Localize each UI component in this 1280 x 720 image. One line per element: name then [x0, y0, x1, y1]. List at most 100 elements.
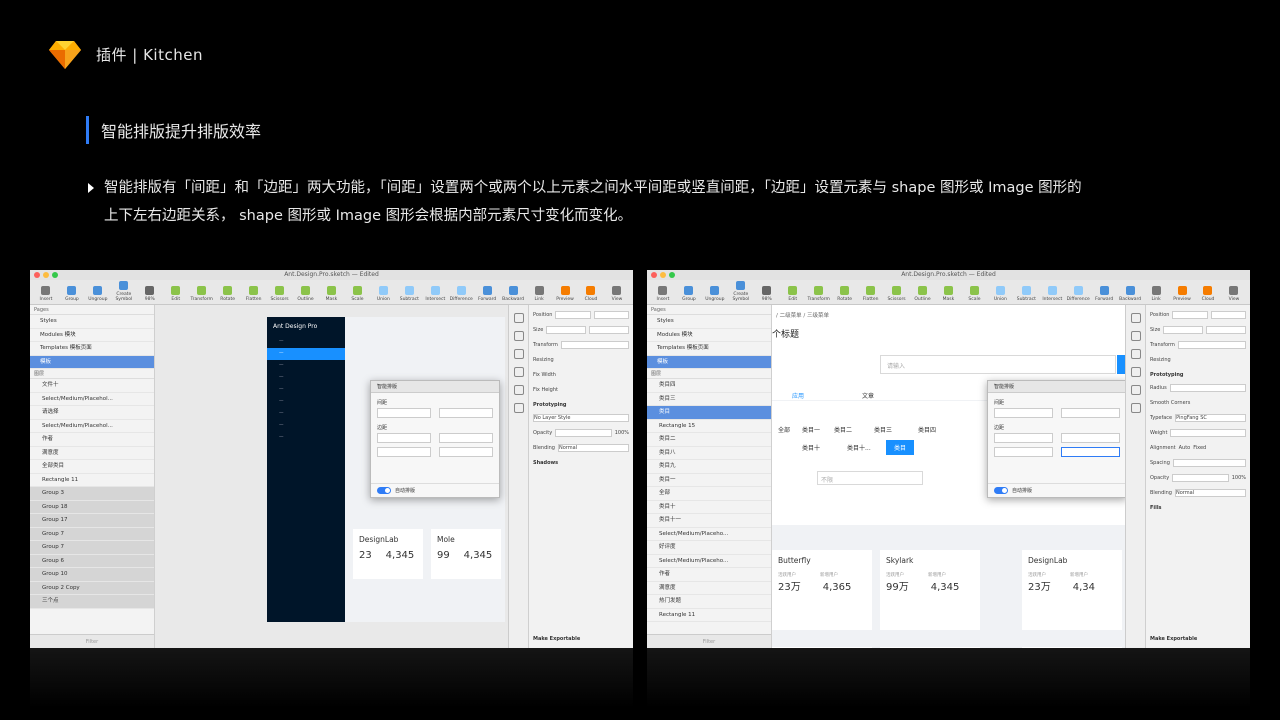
layer-item[interactable]: Group 2 Copy: [30, 581, 154, 595]
toolbar-button[interactable]: Forward: [475, 286, 499, 302]
layer-item[interactable]: 作者: [647, 568, 771, 582]
toolbar-button[interactable]: Outline: [294, 286, 318, 302]
layer-item[interactable]: 类目三: [647, 393, 771, 406]
toolbar-button[interactable]: Cloud: [1196, 286, 1220, 302]
ant-menu-item[interactable]: —: [267, 420, 345, 432]
plugin-icon[interactable]: [513, 403, 524, 413]
layer-item[interactable]: 满意度: [30, 447, 154, 460]
ant-menu-item[interactable]: —: [267, 336, 345, 348]
align-icon[interactable]: [1130, 313, 1141, 323]
spacing-input[interactable]: [1172, 459, 1246, 467]
padding-left-input[interactable]: [994, 447, 1053, 457]
layer-item[interactable]: Select/Medium/Placehol...: [30, 420, 154, 433]
symbol-icon[interactable]: [1130, 349, 1141, 359]
toolbar-button[interactable]: Difference: [1066, 286, 1090, 302]
width-input[interactable]: [1163, 326, 1204, 334]
ant-menu-item-active[interactable]: —: [267, 348, 345, 360]
opacity-slider[interactable]: [555, 429, 612, 437]
layer-item[interactable]: 全部类目: [30, 460, 154, 474]
layer-item[interactable]: Group 18: [30, 500, 154, 514]
spacing-h-input[interactable]: [377, 408, 431, 418]
layer-item[interactable]: Select/Medium/Placeho...: [647, 555, 771, 568]
zoom-icon[interactable]: [52, 272, 58, 278]
toolbar-button[interactable]: Rotate: [833, 286, 857, 302]
make-exportable[interactable]: Make Exportable: [1150, 636, 1197, 642]
padding-bottom-input[interactable]: [439, 433, 493, 443]
auto-option[interactable]: Auto: [1179, 445, 1191, 451]
toolbar-button[interactable]: Rotate: [216, 286, 240, 302]
toolbar-button[interactable]: Flatten: [859, 286, 883, 302]
toolbar-button[interactable]: Scale: [345, 286, 369, 302]
layer-item[interactable]: Group 7: [30, 541, 154, 555]
toolbar-button[interactable]: Flatten: [242, 286, 266, 302]
layer-item[interactable]: Group 7: [30, 527, 154, 541]
spacing-h-input[interactable]: [994, 408, 1053, 418]
x-input[interactable]: [1172, 311, 1208, 319]
card[interactable]: DesignLab 活跃用户 新增用户 23万 4,34: [1022, 550, 1122, 630]
layer-item[interactable]: 类目十: [647, 501, 771, 514]
layer-item[interactable]: Group 10: [30, 568, 154, 582]
layer-item[interactable]: 热门发题: [647, 595, 771, 609]
toolbar-button[interactable]: Scissors: [268, 286, 292, 302]
toolbar-button[interactable]: Subtract: [1014, 286, 1038, 302]
toolbar-button[interactable]: Edit: [164, 286, 188, 302]
card[interactable]: DesignLab 23 4,345: [353, 529, 423, 579]
toolbar-button[interactable]: Cloud: [579, 286, 603, 302]
toolbar-button[interactable]: Union: [371, 286, 395, 302]
layer-item[interactable]: 类目四: [647, 379, 771, 393]
layer-item[interactable]: 类目: [647, 406, 771, 420]
image-icon[interactable]: [1130, 385, 1141, 395]
tab-apps[interactable]: 应用: [792, 391, 804, 400]
blending-select[interactable]: Normal: [1174, 489, 1246, 497]
y-input[interactable]: [1210, 311, 1246, 319]
tab-articles[interactable]: 文章: [862, 391, 874, 400]
filter-tag[interactable]: 类目四: [918, 425, 936, 434]
toolbar-button[interactable]: Mask: [936, 286, 960, 302]
card[interactable]: Skylark 活跃用户 新增用户 99万 4,345: [880, 550, 980, 630]
layer-item[interactable]: 满意度: [647, 582, 771, 595]
padding-top-input[interactable]: [994, 433, 1053, 443]
ant-menu-item[interactable]: —: [267, 372, 345, 384]
layer-item[interactable]: Rectangle 15: [647, 420, 771, 433]
toolbar-button[interactable]: 98%: [138, 286, 162, 302]
layer-item[interactable]: Group 6: [30, 554, 154, 568]
layer-item[interactable]: 文件十: [30, 379, 154, 393]
width-input[interactable]: [546, 326, 587, 334]
toolbar-button[interactable]: Link: [1144, 286, 1168, 302]
image-icon[interactable]: [513, 385, 524, 395]
layer-item[interactable]: 全部: [647, 487, 771, 501]
card[interactable]: Butterfly 活跃用户 新增用户 23万 4,365: [772, 550, 872, 630]
height-input[interactable]: [589, 326, 630, 334]
layer-item[interactable]: 好评度: [647, 541, 771, 555]
filter-tag[interactable]: 类目三: [874, 425, 892, 434]
filter-tag[interactable]: 类目: [886, 440, 915, 455]
radius-input[interactable]: [1169, 384, 1246, 392]
toolbar-button[interactable]: Preview: [553, 286, 577, 302]
layer-item[interactable]: Select/Medium/Placehol...: [30, 393, 154, 406]
page-item[interactable]: 模板: [30, 355, 154, 369]
ant-menu-item[interactable]: —: [267, 396, 345, 408]
page-item[interactable]: Styles: [30, 315, 154, 329]
toolbar-button[interactable]: Create Symbol: [112, 281, 136, 302]
search-button[interactable]: [1117, 355, 1125, 374]
ant-menu-item[interactable]: —: [267, 432, 345, 444]
canvas[interactable]: / 二级菜单 / 三级菜单 个标题 请输入 应用 文章 全部 类目一 类目二 类目三类…: [772, 305, 1127, 648]
layer-item[interactable]: 请选择: [30, 406, 154, 420]
height-input[interactable]: [1206, 326, 1247, 334]
layer-item[interactable]: Group 3: [30, 487, 154, 501]
filter-tag[interactable]: 全部: [778, 425, 790, 434]
ant-menu-item[interactable]: —: [267, 384, 345, 396]
padding-right-input[interactable]: [439, 447, 493, 457]
auto-layout-toggle[interactable]: [377, 487, 391, 494]
toolbar-button[interactable]: Edit: [781, 286, 805, 302]
toolbar-button[interactable]: View: [1222, 286, 1246, 302]
layer-item[interactable]: 类目一: [647, 474, 771, 487]
padding-right-input[interactable]: [1061, 447, 1120, 457]
ant-menu-item[interactable]: —: [267, 408, 345, 420]
page-item[interactable]: Templates 模板页面: [30, 342, 154, 356]
plugin-icon[interactable]: [1130, 403, 1141, 413]
spacing-v-input[interactable]: [1061, 408, 1120, 418]
spacing-v-input[interactable]: [439, 408, 493, 418]
canvas[interactable]: Ant Design Pro — — — — — — — — — DesignL…: [155, 305, 508, 648]
toolbar-button[interactable]: Intersect: [423, 286, 447, 302]
